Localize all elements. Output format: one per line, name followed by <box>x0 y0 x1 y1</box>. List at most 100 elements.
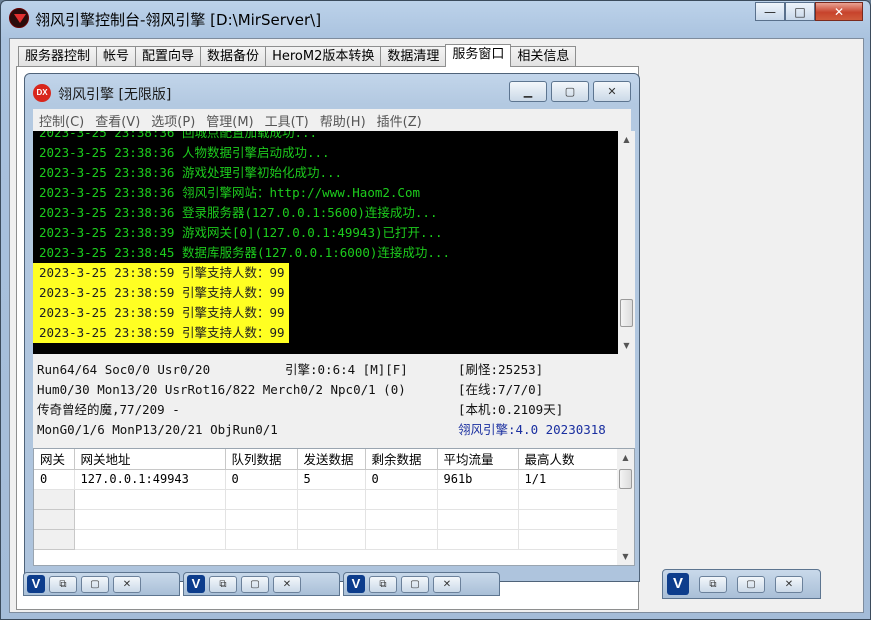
table-row-empty <box>34 529 619 550</box>
log-output[interactable]: 2023-3-25 23:38:36 回城点配置加载成功... 2023-3-2… <box>33 131 618 354</box>
grid-scroll-down-icon[interactable]: ▼ <box>617 548 634 565</box>
client-area: 服务器控制 帐号 配置向导 数据备份 HeroM2版本转换 数据清理 服务窗口 … <box>9 38 864 613</box>
grid-scrollbar[interactable]: ▲ ▼ <box>617 449 634 565</box>
col-avg-traffic: 平均流量 <box>437 449 519 470</box>
menu-bar: 控制(C) 查看(V) 选项(P) 管理(M) 工具(T) 帮助(H) 插件(Z… <box>33 109 631 131</box>
cell-sent: 5 <box>297 469 366 490</box>
status-run: Run64/64 Soc0/0 Usr0/20 <box>37 362 211 377</box>
log-scrollbar[interactable]: ▲ ▼ <box>618 131 635 354</box>
tab-herom2-convert[interactable]: HeroM2版本转换 <box>265 46 382 67</box>
log-line: 2023-3-25 23:38:36 翎风引擎网站：http://www.Hao… <box>39 185 421 200</box>
restore-button[interactable]: ⧉ <box>49 575 77 593</box>
tab-bar: 服务器控制 帐号 配置向导 数据备份 HeroM2版本转换 数据清理 服务窗口 … <box>18 44 577 67</box>
status-online: [在线:7/7/0] <box>458 382 544 397</box>
tab-service-window[interactable]: 服务窗口 <box>445 44 512 67</box>
close-button[interactable]: ✕ <box>273 575 301 593</box>
maximize-icon: ▢ <box>564 85 576 98</box>
menu-options[interactable]: 选项(P) <box>151 111 195 130</box>
table-header-row: 网关 网关地址 队列数据 发送数据 剩余数据 平均流量 最高人数 <box>34 449 619 470</box>
maximize-button[interactable]: ▢ <box>81 575 109 593</box>
tab-related-info[interactable]: 相关信息 <box>510 46 577 67</box>
close-button[interactable]: ✕ <box>433 575 461 593</box>
window-title: 翎风引擎控制台-翎风引擎 [D:\MirServer\] <box>35 11 322 29</box>
log-line-highlighted: 2023-3-25 23:38:59 引擎支持人数：99 <box>33 323 289 343</box>
menu-tools[interactable]: 工具(T) <box>265 111 309 130</box>
engine-window-title: 翎风引擎 [无限版] <box>58 87 172 103</box>
log-line-highlighted: 2023-3-25 23:38:59 引擎支持人数：99 <box>33 283 289 303</box>
maximize-button[interactable]: ▢ <box>737 575 765 593</box>
col-queue: 队列数据 <box>225 449 298 470</box>
tab-config-wizard[interactable]: 配置向导 <box>135 46 202 67</box>
log-line-highlighted: 2023-3-25 23:38:59 引擎支持人数：99 <box>33 263 289 283</box>
cell-avg-traffic: 961b <box>437 469 519 490</box>
table-row-empty <box>34 509 619 530</box>
window-controls: — □ ✕ <box>755 2 863 21</box>
main-window: 翎风引擎控制台-翎风引擎 [D:\MirServer\] — □ ✕ 服务器控制… <box>0 0 871 620</box>
tab-account[interactable]: 帐号 <box>96 46 137 67</box>
minimize-icon: ▁ <box>523 85 533 98</box>
scroll-down-arrow-icon[interactable]: ▼ <box>618 337 635 354</box>
scroll-thumb[interactable] <box>620 299 633 327</box>
engine-window: DX 翎风引擎 [无限版] ▁ ▢ ✕ 控制(C) 查看(V) 选项(P) 管理… <box>24 73 640 582</box>
status-version: 翎风引擎:4.0 20230318 <box>458 422 606 437</box>
restore-button[interactable]: ⧉ <box>369 575 397 593</box>
tab-server-control[interactable]: 服务器控制 <box>18 46 98 67</box>
table-row-empty <box>34 489 619 510</box>
dx-logo-icon: DX <box>33 84 51 102</box>
status-panel: Run64/64 Soc0/0 Usr0/20 引擎:0:6:4 [M][F] … <box>33 354 635 448</box>
menu-view[interactable]: 查看(V) <box>95 111 140 130</box>
status-mon: MonG0/1/6 MonP13/20/21 ObjRun0/1 <box>37 422 278 437</box>
menu-manage[interactable]: 管理(M) <box>206 111 253 130</box>
tab-data-cleanup[interactable]: 数据清理 <box>380 46 447 67</box>
status-refresh: [刷怪:25253] <box>458 362 544 377</box>
log-line: 2023-3-25 23:38:36 游戏处理引擎初始化成功... <box>39 165 343 180</box>
engine-window-controls: ▁ ▢ ✕ <box>509 81 631 102</box>
menu-help[interactable]: 帮助(H) <box>320 111 366 130</box>
status-engine: 引擎:0:6:4 [M][F] <box>285 362 408 377</box>
minimized-window[interactable]: V ⧉ ▢ ✕ <box>183 572 340 596</box>
col-remaining: 剩余数据 <box>365 449 438 470</box>
status-hum: Hum0/30 Mon13/20 UsrRot16/822 Merch0/2 N… <box>37 382 406 397</box>
minimized-window[interactable]: V ⧉ ▢ ✕ <box>23 572 180 596</box>
menu-plugins[interactable]: 插件(Z) <box>377 111 422 130</box>
log-line: 2023-3-25 23:38:36 登录服务器(127.0.0.1:5600)… <box>39 205 438 220</box>
grid-scroll-up-icon[interactable]: ▲ <box>617 449 634 466</box>
engine-close-button[interactable]: ✕ <box>593 81 631 102</box>
restore-button[interactable]: ⧉ <box>209 575 237 593</box>
log-line-highlighted: 2023-3-25 23:38:59 引擎支持人数：99 <box>33 303 289 323</box>
status-map: 传奇曾经的魔,77/209 - <box>37 402 180 417</box>
restore-button[interactable]: ⧉ <box>699 575 727 593</box>
engine-minimize-button[interactable]: ▁ <box>509 81 547 102</box>
grid-scroll-thumb[interactable] <box>619 469 632 489</box>
log-line: 2023-3-25 23:38:36 回城点配置加载成功... <box>39 131 318 140</box>
col-max-users: 最高人数 <box>518 449 619 470</box>
log-line: 2023-3-25 23:38:45 数据库服务器(127.0.0.1:6000… <box>39 245 450 260</box>
v-logo-icon: V <box>27 575 45 593</box>
close-button[interactable]: ✕ <box>815 2 863 21</box>
cell-queue: 0 <box>225 469 298 490</box>
gateway-grid[interactable]: 网关 网关地址 队列数据 发送数据 剩余数据 平均流量 最高人数 0 127.0… <box>33 448 635 566</box>
engine-maximize-button[interactable]: ▢ <box>551 81 589 102</box>
menu-control[interactable]: 控制(C) <box>39 111 84 130</box>
close-button[interactable]: ✕ <box>775 575 803 593</box>
close-icon: ✕ <box>607 85 617 98</box>
cell-address: 127.0.0.1:49943 <box>74 469 226 490</box>
tab-data-backup[interactable]: 数据备份 <box>200 46 267 67</box>
close-button[interactable]: ✕ <box>113 575 141 593</box>
cell-max-users: 1/1 <box>518 469 619 490</box>
col-gateway: 网关 <box>34 449 75 470</box>
col-address: 网关地址 <box>74 449 226 470</box>
scroll-up-arrow-icon[interactable]: ▲ <box>618 131 635 148</box>
maximize-button[interactable]: ▢ <box>401 575 429 593</box>
table-row[interactable]: 0 127.0.0.1:49943 0 5 0 961b 1/1 <box>34 469 619 490</box>
log-line: 2023-3-25 23:38:39 游戏网关[0](127.0.0.1:499… <box>39 225 443 240</box>
minimized-window[interactable]: V ⧉ ▢ ✕ <box>662 569 821 599</box>
col-sent: 发送数据 <box>297 449 366 470</box>
v-logo-icon: V <box>667 573 689 595</box>
minimize-button[interactable]: — <box>755 2 785 21</box>
app-logo-icon[interactable] <box>9 8 29 28</box>
maximize-button[interactable]: ▢ <box>241 575 269 593</box>
gateway-table: 网关 网关地址 队列数据 发送数据 剩余数据 平均流量 最高人数 0 127.0… <box>34 449 619 550</box>
minimized-window[interactable]: V ⧉ ▢ ✕ <box>343 572 500 596</box>
maximize-button[interactable]: □ <box>785 2 815 21</box>
